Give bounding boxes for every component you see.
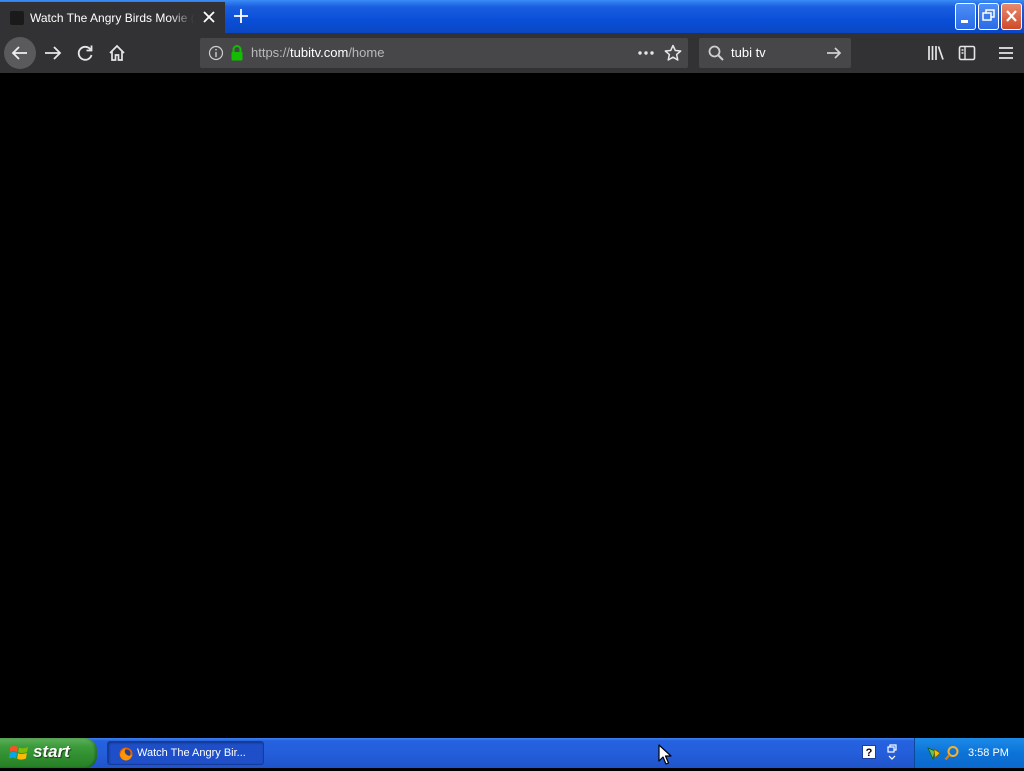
page-content	[0, 73, 1024, 738]
network-icon[interactable]	[926, 745, 942, 761]
url-protocol: https://	[251, 45, 291, 60]
tab-close-icon[interactable]	[201, 9, 217, 25]
window-minimize-button[interactable]	[955, 3, 976, 30]
forward-button[interactable]	[38, 38, 68, 68]
hamburger-menu-button[interactable]	[991, 38, 1021, 68]
taskbar: start Watch The Angry Bir... ? 3:58 PM	[0, 738, 1024, 768]
taskbar-task-firefox[interactable]: Watch The Angry Bir...	[107, 741, 264, 765]
svg-text:?: ?	[866, 747, 873, 759]
tab-favicon	[10, 10, 24, 25]
search-go-icon[interactable]	[825, 44, 843, 62]
help-icon[interactable]: ?	[862, 745, 876, 759]
windows-logo-icon	[9, 744, 29, 762]
star-icon[interactable]	[663, 44, 683, 62]
ellipsis-icon[interactable]	[636, 44, 656, 62]
start-button[interactable]: start	[0, 738, 97, 768]
new-tab-button[interactable]	[231, 6, 251, 26]
url-bar[interactable]: https://tubitv.com/home	[200, 38, 688, 68]
url-text[interactable]: https://tubitv.com/home	[251, 45, 384, 60]
firefox-icon	[118, 746, 134, 762]
window-restore-button[interactable]	[978, 3, 999, 30]
lock-icon[interactable]	[229, 44, 245, 62]
tab-active[interactable]: Watch The Angry Birds Movie (20	[0, 2, 225, 33]
mouse-cursor-icon	[658, 744, 672, 766]
search-bar[interactable]: tubi tv	[699, 38, 851, 68]
home-button[interactable]	[102, 38, 132, 68]
url-domain: tubitv.com	[290, 45, 349, 60]
tab-title: Watch The Angry Birds Movie (20	[30, 10, 194, 25]
nav-toolbar: https://tubitv.com/home tubi tv	[0, 33, 1024, 73]
start-label: start	[33, 742, 70, 761]
reload-button[interactable]	[70, 38, 100, 68]
search-input[interactable]: tubi tv	[731, 45, 766, 60]
taskbar-task-label: Watch The Angry Bir...	[137, 747, 246, 759]
clock[interactable]: 3:58 PM	[968, 747, 1009, 759]
title-bar: Watch The Angry Birds Movie (20	[0, 0, 1024, 33]
sidebar-button[interactable]	[952, 38, 982, 68]
info-icon[interactable]	[208, 45, 224, 61]
search-tray-icon[interactable]	[944, 745, 960, 761]
library-button[interactable]	[921, 38, 951, 68]
url-path: /home	[348, 45, 385, 60]
back-button[interactable]	[4, 37, 36, 69]
system-tray: 3:58 PM	[914, 738, 1024, 768]
restore-icon[interactable]	[885, 743, 899, 761]
search-icon	[707, 44, 725, 62]
window-close-button[interactable]	[1001, 3, 1022, 30]
